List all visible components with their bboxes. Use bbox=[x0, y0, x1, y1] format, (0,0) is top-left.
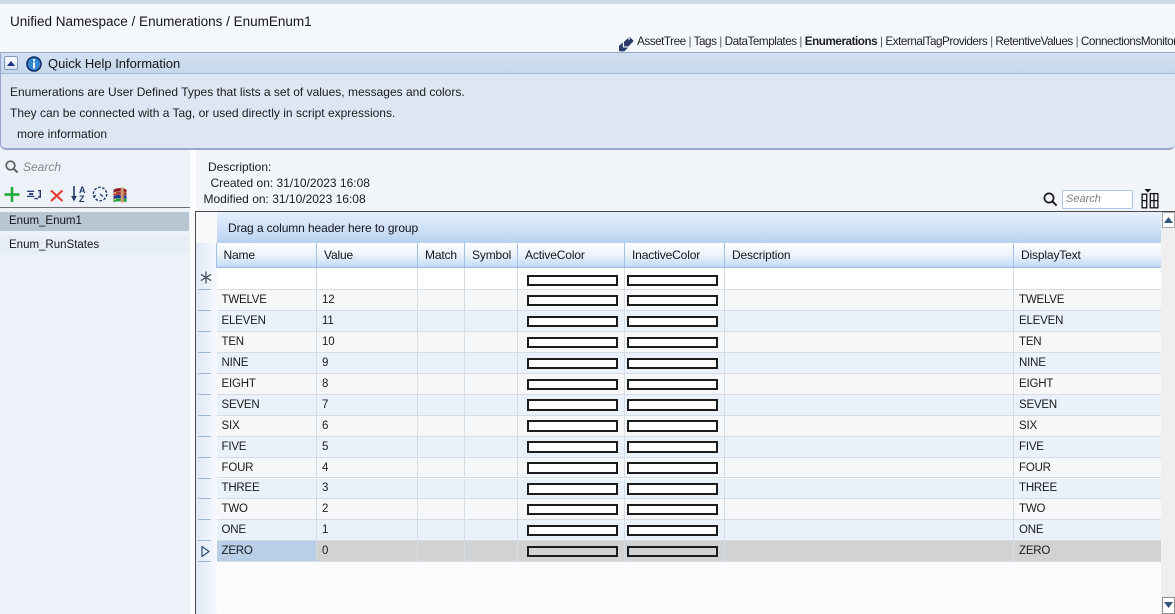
svg-text:Z: Z bbox=[79, 194, 85, 203]
